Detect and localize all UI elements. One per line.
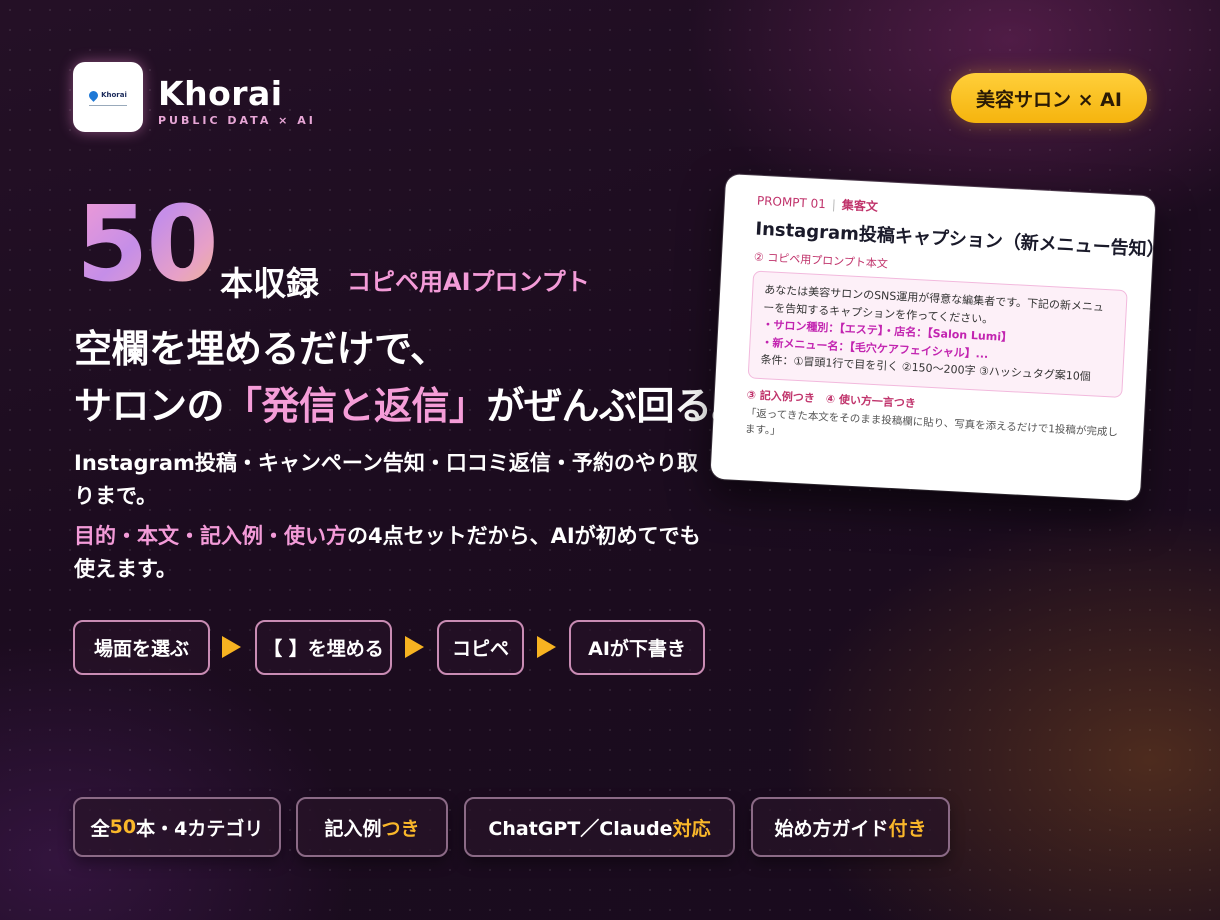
feature-examples: 記入例 つき (296, 797, 448, 857)
step-ai-draft: AIが下書き (569, 620, 705, 675)
prompt-category: 集客文 (841, 198, 879, 214)
category-tag: 美容サロン × AI (951, 73, 1147, 123)
feature-accent: つき (381, 817, 420, 840)
description-line-2: 目的・本文・記入例・使い方の4点セットだから、AIが初めてでも使えます。 (74, 520, 714, 585)
feature-text: 始め方ガイド (774, 817, 889, 840)
prompt-sample-card: PROMPT 01 | 集客文 Instagram投稿キャプション（新メニュー告知）… (710, 173, 1165, 502)
headline-line-2: サロンの「発信と返信」がぜんぶ回る。 (74, 375, 750, 430)
step-fill-blanks: 【 】を埋める (255, 620, 392, 675)
brand-logo: Khorai (73, 62, 143, 132)
feature-accent: 50 (109, 816, 137, 838)
feature-guide: 始め方ガイド 付き (751, 797, 950, 857)
logo-underline (89, 105, 127, 106)
brand-subtitle: PUBLIC DATA × AI (158, 114, 316, 127)
feature-text: 全 (90, 817, 110, 840)
prompt-count: 50 (76, 183, 219, 305)
count-suffix: 本収録 (220, 264, 319, 303)
feature-count: 全 50 本・4カテゴリ (73, 797, 281, 857)
prompt-number: PROMPT 01 (756, 193, 827, 212)
description-line-1: Instagram投稿・キャンペーン告知・口コミ返信・予約のやり取りまで。 (74, 451, 698, 508)
arrow-right-icon (222, 636, 241, 658)
feature-text: ChatGPT／Claude (488, 817, 673, 840)
arrow-right-icon (537, 636, 556, 658)
feature-accent: 付き (888, 817, 927, 840)
headline-line-1: 空欄を埋めるだけで、 (74, 327, 448, 371)
logo-text: Khorai (101, 91, 127, 99)
headline-pre: サロンの (74, 384, 225, 428)
step-copy-paste: コピペ (437, 620, 524, 675)
feature-accent: 対応 (672, 817, 711, 840)
step-select-scene: 場面を選ぶ (73, 620, 210, 675)
arrow-right-icon (405, 636, 424, 658)
headline-post: がぜんぶ回る。 (486, 384, 750, 428)
headline-highlight: 「発信と返信」 (224, 384, 487, 428)
copipe-label: コピペ用AIプロンプト (347, 268, 590, 296)
description-highlight: 目的・本文・記入例・使い方 (74, 524, 347, 548)
feature-compat: ChatGPT／Claude 対応 (464, 797, 735, 857)
feature-text: 記入例 (324, 817, 382, 840)
feature-text: 本・4カテゴリ (136, 817, 264, 840)
prompt-body-box: あなたは美容サロンのSNS運用が得意な編集者です。下記の新メニューを告知するキャ… (747, 270, 1128, 398)
brand-name: Khorai (158, 74, 283, 113)
map-pin-icon (87, 88, 100, 102)
